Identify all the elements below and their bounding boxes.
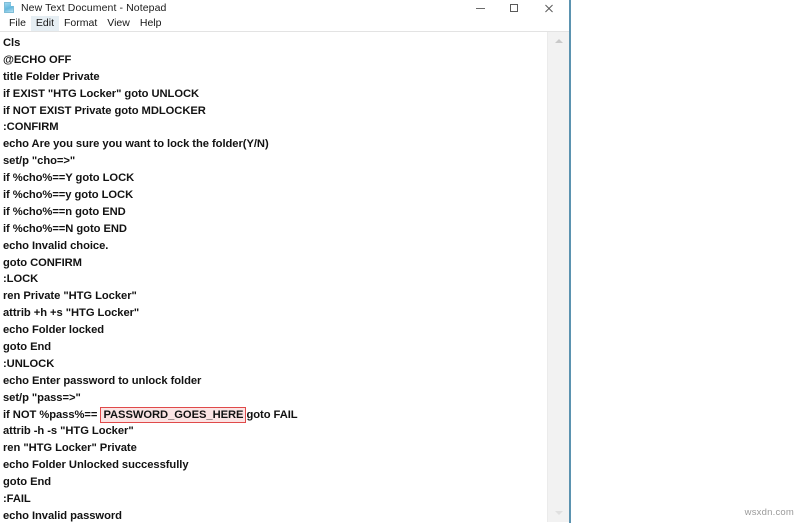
code-line: echo Invalid password <box>3 509 122 522</box>
menu-bar: File Edit Format View Help <box>0 16 569 32</box>
vertical-scrollbar[interactable] <box>547 32 569 522</box>
code-line: title Folder Private <box>3 70 100 83</box>
code-line: set/p "pass=>" <box>3 391 81 404</box>
notepad-window: New Text Document - Notepad File Edit Fo… <box>0 0 571 523</box>
window-title: New Text Document - Notepad <box>21 2 167 14</box>
code-line: if NOT EXIST Private goto MDLOCKER <box>3 104 206 117</box>
code-line: if EXIST "HTG Locker" goto UNLOCK <box>3 87 200 100</box>
close-button[interactable] <box>531 0 565 16</box>
scrollbar-thumb[interactable] <box>548 50 569 480</box>
code-line: if %cho%==n goto END <box>3 205 126 218</box>
code-line: attrib -h -s "HTG Locker" <box>3 425 134 438</box>
title-bar[interactable]: New Text Document - Notepad <box>0 0 569 16</box>
scroll-up-button[interactable] <box>548 32 569 50</box>
code-line: Cls <box>3 37 21 49</box>
code-line: echo Are you sure you want to lock the f… <box>3 138 269 151</box>
minimize-button[interactable] <box>463 0 497 16</box>
code-line: set/p "cho=>" <box>3 155 76 168</box>
code-line: ren Private "HTG Locker" <box>3 290 137 303</box>
maximize-button[interactable] <box>497 0 531 16</box>
chevron-down-icon <box>554 511 563 515</box>
code-line-password-highlighted: if NOT %pass%== PASSWORD_GOES_HERE goto F… <box>3 406 547 424</box>
menu-item-edit[interactable]: Edit <box>30 16 60 31</box>
chevron-up-icon <box>554 39 563 43</box>
menu-item-view[interactable]: View <box>102 16 135 31</box>
code-line: echo Folder locked <box>3 324 105 337</box>
password-line-prefix: if NOT %pass%== <box>3 408 101 421</box>
code-line: goto CONFIRM <box>3 256 82 269</box>
code-line: if %cho%==Y goto LOCK <box>3 172 135 185</box>
menu-item-file[interactable]: File <box>4 16 31 31</box>
code-line: if %cho%==N goto END <box>3 222 127 235</box>
code-line: :LOCK <box>3 273 39 286</box>
editor-area[interactable]: Cls @ECHO OFF title Folder Private if EX… <box>0 32 569 522</box>
text-editor-canvas[interactable]: Cls @ECHO OFF title Folder Private if EX… <box>0 32 547 522</box>
code-line: ren "HTG Locker" Private <box>3 442 137 455</box>
code-line: :CONFIRM <box>3 121 59 134</box>
desktop-background: New Text Document - Notepad File Edit Fo… <box>0 0 800 523</box>
code-line: echo Enter password to unlock folder <box>3 374 202 387</box>
code-line: goto End <box>3 341 52 354</box>
window-controls <box>463 0 565 16</box>
menu-item-help[interactable]: Help <box>135 16 167 31</box>
code-line: @ECHO OFF <box>3 53 72 66</box>
menu-item-format[interactable]: Format <box>59 16 102 31</box>
password-line-suffix: goto FAIL <box>246 408 298 421</box>
watermark: wsxdn.com <box>744 507 794 518</box>
notepad-document-icon <box>3 2 15 14</box>
code-line: echo Folder Unlocked successfully <box>3 459 189 472</box>
code-line: echo Invalid choice. <box>3 239 109 252</box>
scroll-down-button[interactable] <box>548 504 569 522</box>
maximize-icon <box>510 4 518 12</box>
code-line: goto End <box>3 476 52 489</box>
code-line: :FAIL <box>3 493 31 506</box>
code-line: if %cho%==y goto LOCK <box>3 189 134 202</box>
code-line: :UNLOCK <box>3 357 55 370</box>
password-placeholder-box: PASSWORD_GOES_HERE <box>100 406 247 423</box>
close-icon <box>544 4 553 13</box>
minimize-icon <box>475 7 485 9</box>
code-line: attrib +h +s "HTG Locker" <box>3 307 140 320</box>
